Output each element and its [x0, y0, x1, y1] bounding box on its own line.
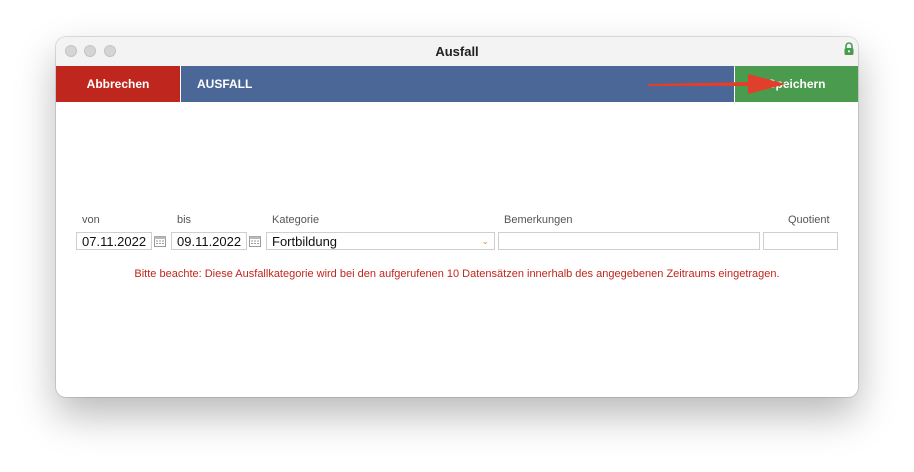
calendar-icon[interactable]: [153, 232, 167, 250]
quotient-field[interactable]: [763, 232, 838, 250]
cancel-button[interactable]: Abbrechen: [56, 66, 181, 102]
von-label: von: [82, 214, 100, 226]
kategorie-value: Fortbildung: [272, 234, 338, 249]
window-title: Ausfall: [435, 44, 479, 59]
bemerkungen-field[interactable]: [498, 232, 760, 250]
von-date-field[interactable]: 07.11.2022: [76, 232, 152, 250]
dialog-window: Ausfall Abbrechen AUSFALL Speichern von …: [56, 37, 858, 397]
kategorie-label: Kategorie: [272, 214, 320, 226]
bis-date-field[interactable]: 09.11.2022: [171, 232, 247, 250]
kategorie-select[interactable]: Fortbildung ⌄: [266, 232, 495, 250]
arrow-pointer-icon: [648, 74, 786, 94]
bis-label: bis: [177, 214, 192, 226]
title-bar: Ausfall: [56, 37, 858, 67]
quotient-label: Quotient: [788, 214, 830, 226]
info-note: Bitte beachte: Diese Ausfallkategorie wi…: [134, 268, 780, 280]
calendar-icon[interactable]: [248, 232, 262, 250]
chevron-down-icon: ⌄: [481, 236, 489, 246]
lock-icon: [844, 42, 854, 55]
bemerkungen-label: Bemerkungen: [504, 214, 573, 226]
